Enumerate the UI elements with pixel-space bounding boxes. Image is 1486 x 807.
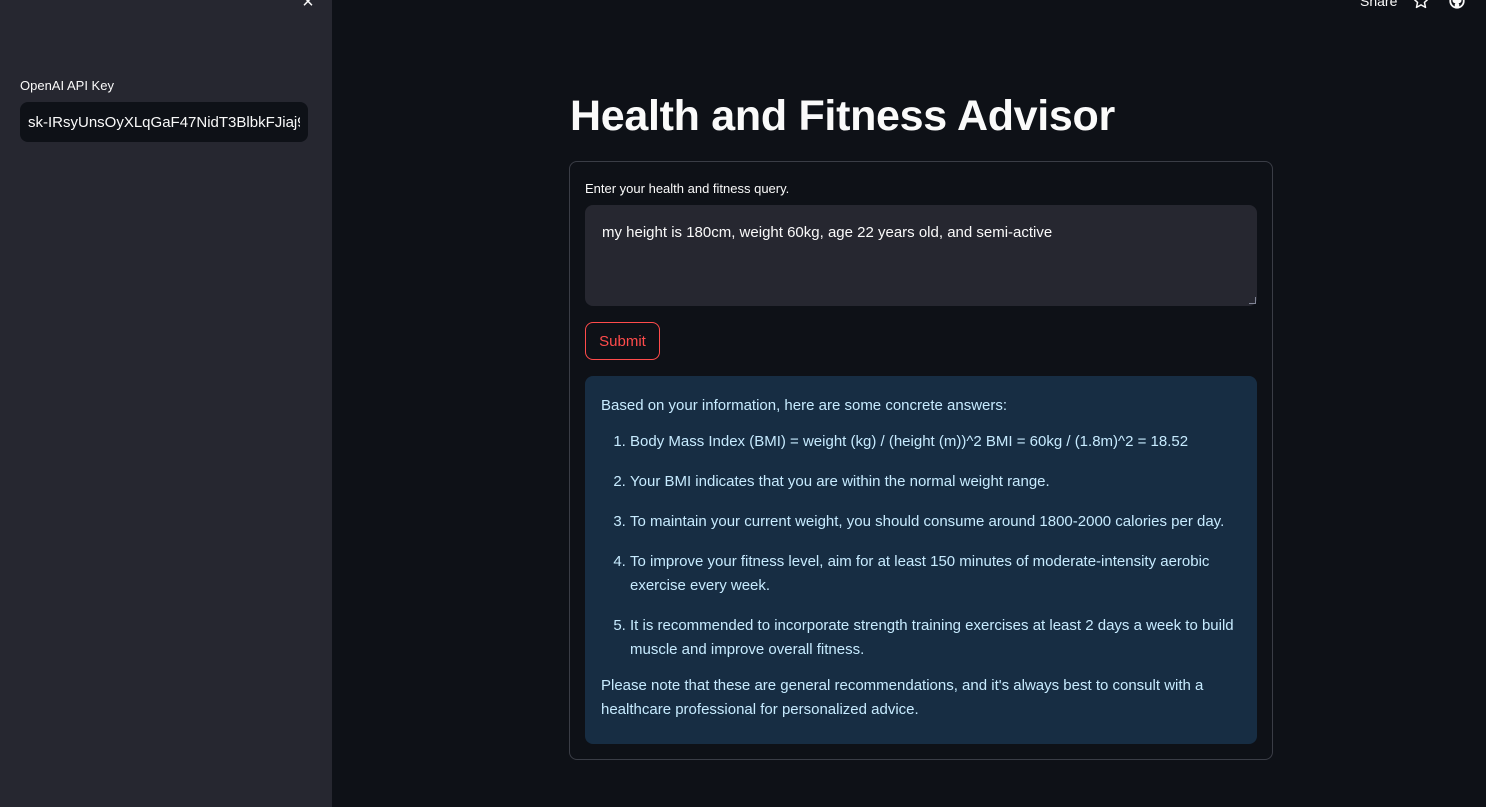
list-item: Body Mass Index (BMI) = weight (kg) / (h… <box>630 430 1241 454</box>
api-key-input[interactable] <box>20 102 308 142</box>
query-label: Enter your health and fitness query. <box>585 181 790 196</box>
answer-list: Body Mass Index (BMI) = weight (kg) / (h… <box>601 430 1241 662</box>
api-key-label: OpenAI API Key <box>20 78 114 93</box>
github-icon[interactable] <box>1448 0 1466 10</box>
resize-grip-icon[interactable] <box>1249 297 1256 304</box>
submit-button[interactable]: Submit <box>585 322 660 360</box>
query-form: Enter your health and fitness query. my … <box>569 161 1273 760</box>
answer-outro: Please note that these are general recom… <box>601 677 1204 718</box>
share-button[interactable]: Share <box>1360 0 1397 9</box>
page-title: Health and Fitness Advisor <box>570 92 1115 140</box>
query-textarea[interactable]: my height is 180cm, weight 60kg, age 22 … <box>585 205 1257 306</box>
list-item: Your BMI indicates that you are within t… <box>630 470 1241 494</box>
star-icon[interactable] <box>1412 0 1430 10</box>
answer-box: Based on your information, here are some… <box>585 376 1257 744</box>
close-sidebar-icon[interactable]: × <box>298 0 318 12</box>
sidebar: × OpenAI API Key <box>0 0 332 807</box>
answer-intro: Based on your information, here are some… <box>601 397 1008 414</box>
list-item: To improve your fitness level, aim for a… <box>630 550 1241 598</box>
list-item: To maintain your current weight, you sho… <box>630 510 1241 534</box>
list-item: It is recommended to incorporate strengt… <box>630 614 1241 662</box>
